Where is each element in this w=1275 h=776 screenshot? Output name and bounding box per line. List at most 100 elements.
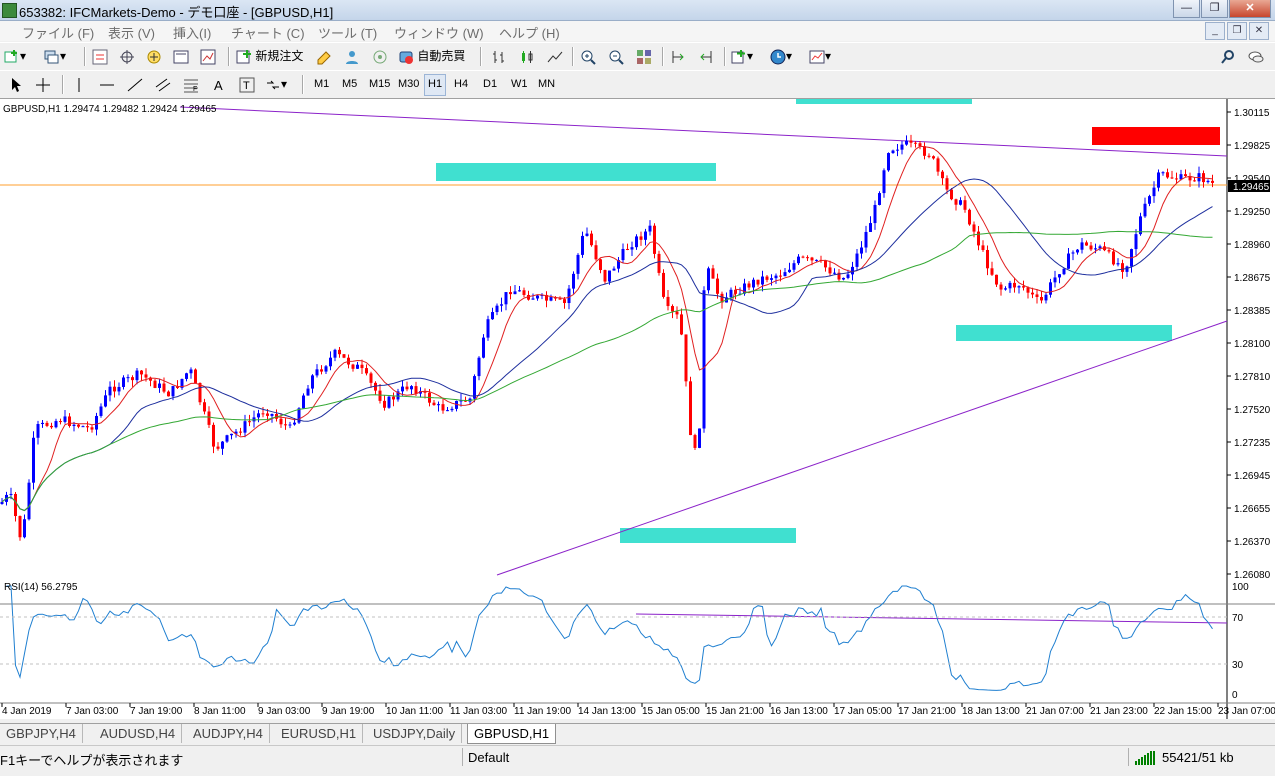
signals-button[interactable] <box>370 46 390 66</box>
metaeditor-button[interactable] <box>314 46 334 66</box>
navigator-button[interactable] <box>144 46 164 66</box>
zoom-out-button[interactable] <box>606 46 626 66</box>
cursor-button[interactable] <box>6 74 26 94</box>
arrows-button[interactable]: ▾ <box>265 74 287 94</box>
text-button[interactable]: A <box>209 74 229 94</box>
support-trendline <box>496 320 1228 576</box>
strategy-tester-button[interactable] <box>198 46 218 66</box>
candlestick-button[interactable] <box>517 46 537 66</box>
menu-file[interactable]: ファイル (F) <box>22 23 94 42</box>
line-chart-button[interactable] <box>545 46 565 66</box>
menu-view[interactable]: 表示 (V) <box>108 23 155 42</box>
candle-body <box>437 404 440 406</box>
trendline-button[interactable] <box>125 74 145 94</box>
cursor-icon <box>12 77 21 92</box>
community-button[interactable] <box>342 46 362 66</box>
market-watch-button[interactable] <box>90 46 110 66</box>
rsi-axis-label: 30 <box>1232 660 1244 671</box>
chart-window[interactable]: 1.30115 1.29825 1.29540 1.29250 1.28960 1.286… <box>0 99 1275 719</box>
tab-usdjpy-daily[interactable]: USDJPY,Daily <box>367 724 463 743</box>
candle-body <box>518 290 521 292</box>
tab-gbpjpy-h4[interactable]: GBPJPY,H4 <box>0 724 83 743</box>
menu-help[interactable]: ヘルプ (H) <box>499 23 560 42</box>
candle-body <box>1035 294 1039 297</box>
periods-button[interactable]: ▾ <box>770 46 792 66</box>
zoom-in-button[interactable] <box>578 46 598 66</box>
tab-audusd-h4[interactable]: AUDUSD,H4 <box>94 724 183 743</box>
menu-tools[interactable]: ツール (T) <box>318 23 377 42</box>
price-chart[interactable]: 1.301151.298251.295401.292501.289601.286… <box>0 99 1275 719</box>
tab-audjpy-h4[interactable]: AUDJPY,H4 <box>187 724 270 743</box>
new-chart-button[interactable]: ▾ <box>4 46 26 66</box>
indicators-button[interactable]: ▾ <box>731 46 753 66</box>
candle-body <box>401 386 404 392</box>
autotrade-button[interactable]: 自動売買 <box>398 46 465 66</box>
autoscroll-button[interactable] <box>696 46 716 66</box>
target-zone <box>1092 127 1220 145</box>
navigator-icon <box>147 50 161 64</box>
text-label-button[interactable]: T <box>237 74 257 94</box>
bar-chart-icon <box>493 50 504 63</box>
candle-body <box>864 231 868 248</box>
close-button[interactable]: ✕ <box>1229 0 1271 18</box>
candle-body <box>747 283 751 288</box>
timeframe-m1[interactable]: M1 <box>311 74 332 94</box>
candle-body <box>360 364 364 369</box>
search-button[interactable] <box>1218 46 1238 66</box>
chat-button[interactable] <box>1246 46 1266 66</box>
candle-body <box>932 156 935 159</box>
candle-body <box>635 236 638 248</box>
maximize-button[interactable]: ❐ <box>1201 0 1228 18</box>
timeframe-h4[interactable]: H4 <box>451 74 471 94</box>
timeframe-m15[interactable]: M15 <box>366 74 393 94</box>
candle-body <box>770 278 773 280</box>
menu-insert[interactable]: 挿入(I) <box>173 23 211 42</box>
horizontal-line-button[interactable] <box>97 74 117 94</box>
data-window-button[interactable] <box>117 46 137 66</box>
timeframe-m30[interactable]: M30 <box>395 74 422 94</box>
crosshair-button[interactable] <box>33 74 53 94</box>
timeframe-w1[interactable]: W1 <box>508 74 531 94</box>
candle-body <box>302 395 305 409</box>
vertical-line-icon <box>78 77 80 92</box>
vertical-line-button[interactable] <box>69 74 89 94</box>
price-axis-label: 1.26080 <box>1234 570 1271 581</box>
timeframe-h1[interactable]: H1 <box>424 74 447 96</box>
terminal-button[interactable] <box>171 46 191 66</box>
mdi-minimize-button[interactable]: _ <box>1205 22 1225 40</box>
tab-gbpusd-h1[interactable]: GBPUSD,H1 <box>467 724 557 744</box>
rsi-label: RSI(14) 56.2795 <box>4 582 78 593</box>
templates-button[interactable]: ▾ <box>809 46 831 66</box>
bar-chart-button[interactable] <box>489 46 509 66</box>
candle-body <box>797 256 800 264</box>
candle-body <box>752 279 755 288</box>
tab-eurusd-h1[interactable]: EURUSD,H1 <box>275 724 364 743</box>
timeframe-d1[interactable]: D1 <box>480 74 500 94</box>
clock-icon <box>770 49 786 65</box>
minimize-button[interactable]: — <box>1173 0 1200 18</box>
candle-body <box>581 235 584 255</box>
candle-body <box>1085 242 1088 246</box>
candle-body <box>644 231 647 240</box>
candle-body <box>311 375 314 389</box>
tile-windows-button[interactable] <box>634 46 654 66</box>
candle-body <box>162 383 166 392</box>
menu-chart[interactable]: チャート (C) <box>231 23 305 42</box>
profiles-button[interactable]: ▾ <box>44 46 66 66</box>
menu-window[interactable]: ウィンドウ (W) <box>394 23 484 42</box>
candle-body <box>432 402 436 406</box>
equidistant-channel-button[interactable] <box>153 74 173 94</box>
fibonacci-button[interactable]: F <box>181 74 201 94</box>
mdi-restore-button[interactable]: ❐ <box>1227 22 1247 40</box>
timeframe-m5[interactable]: M5 <box>339 74 360 94</box>
candle-body <box>563 299 566 304</box>
svg-text:A: A <box>214 78 223 93</box>
candle-body <box>495 305 499 313</box>
chart-shift-button[interactable] <box>668 46 688 66</box>
candle-body <box>225 435 229 442</box>
crosshair-target-icon <box>120 49 134 64</box>
mdi-close-button[interactable]: ✕ <box>1249 22 1269 40</box>
new-order-button[interactable]: 新規注文 <box>236 46 303 66</box>
timeframe-mn[interactable]: MN <box>535 74 558 94</box>
window-controls: — ❐ ✕ <box>1172 0 1271 18</box>
